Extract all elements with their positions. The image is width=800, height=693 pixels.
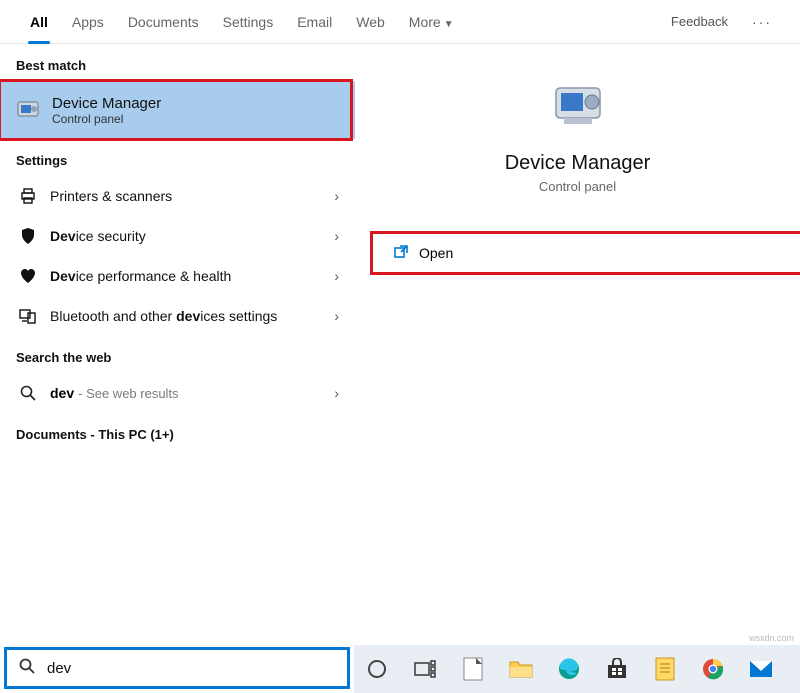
open-label: Open (419, 245, 453, 261)
settings-item-label: Device performance & health (50, 268, 334, 284)
tab-all[interactable]: All (18, 0, 60, 44)
shield-icon (16, 227, 40, 245)
open-icon (393, 244, 409, 263)
chevron-right-icon: › (334, 228, 339, 244)
settings-item-device-performance[interactable]: Device performance & health › (0, 256, 355, 296)
web-search-hint: - See web results (78, 386, 178, 401)
preview-title: Device Manager (505, 152, 651, 175)
documents-section-label: Documents - This PC (1+) (0, 413, 355, 456)
settings-item-label: Printers & scanners (50, 188, 334, 204)
preview-subtitle: Control panel (539, 179, 616, 194)
search-icon (16, 385, 40, 401)
search-tabs: All Apps Documents Settings Email Web Mo… (0, 0, 800, 44)
results-panel: Best match Device Manager Control panel … (0, 44, 355, 693)
libreoffice-icon[interactable] (456, 652, 490, 686)
settings-item-label: Bluetooth and other devices settings (50, 308, 334, 324)
tab-web[interactable]: Web (344, 0, 397, 44)
chevron-right-icon: › (334, 385, 339, 401)
settings-item-label: Device security (50, 228, 334, 244)
file-explorer-icon[interactable] (504, 652, 538, 686)
search-input[interactable] (47, 660, 347, 677)
best-match-subtitle: Control panel (52, 112, 161, 126)
settings-item-bluetooth[interactable]: Bluetooth and other devices settings › (0, 296, 355, 336)
task-view-icon[interactable] (408, 652, 442, 686)
tab-documents[interactable]: Documents (116, 0, 211, 44)
best-match-label: Best match (0, 44, 355, 81)
chevron-right-icon: › (334, 268, 339, 284)
heart-shield-icon (16, 267, 40, 285)
printer-icon (16, 187, 40, 205)
document-icon[interactable] (648, 652, 682, 686)
devices-icon (16, 307, 40, 325)
chrome-icon[interactable] (696, 652, 730, 686)
cortana-icon[interactable] (360, 652, 394, 686)
tab-apps[interactable]: Apps (60, 0, 116, 44)
tab-settings[interactable]: Settings (211, 0, 286, 44)
open-action[interactable]: Open (373, 234, 800, 272)
best-match-result[interactable]: Device Manager Control panel (0, 81, 355, 139)
search-icon (7, 658, 47, 679)
tab-email[interactable]: Email (285, 0, 344, 44)
feedback-link[interactable]: Feedback (657, 14, 742, 29)
search-box[interactable] (4, 647, 350, 689)
more-options-button[interactable]: ··· (742, 14, 782, 30)
web-section-label: Search the web (0, 336, 355, 373)
preview-panel: Device Manager Control panel Open wsxdn.… (355, 44, 800, 693)
taskbar (354, 645, 800, 693)
settings-item-device-security[interactable]: Device security › (0, 216, 355, 256)
chevron-right-icon: › (334, 188, 339, 204)
chevron-down-icon: ▼ (444, 19, 454, 30)
tab-more[interactable]: More▼ (397, 0, 466, 44)
settings-item-printers[interactable]: Printers & scanners › (0, 176, 355, 216)
store-icon[interactable] (600, 652, 634, 686)
web-search-item[interactable]: dev - See web results › (0, 373, 355, 413)
settings-section-label: Settings (0, 139, 355, 176)
device-manager-large-icon (548, 74, 608, 134)
edge-icon[interactable] (552, 652, 586, 686)
watermark: wsxdn.com (749, 633, 794, 643)
web-search-query: dev (50, 385, 74, 401)
mail-icon[interactable] (744, 652, 778, 686)
chevron-right-icon: › (334, 308, 339, 324)
device-manager-icon (14, 96, 42, 124)
best-match-title: Device Manager (52, 95, 161, 112)
